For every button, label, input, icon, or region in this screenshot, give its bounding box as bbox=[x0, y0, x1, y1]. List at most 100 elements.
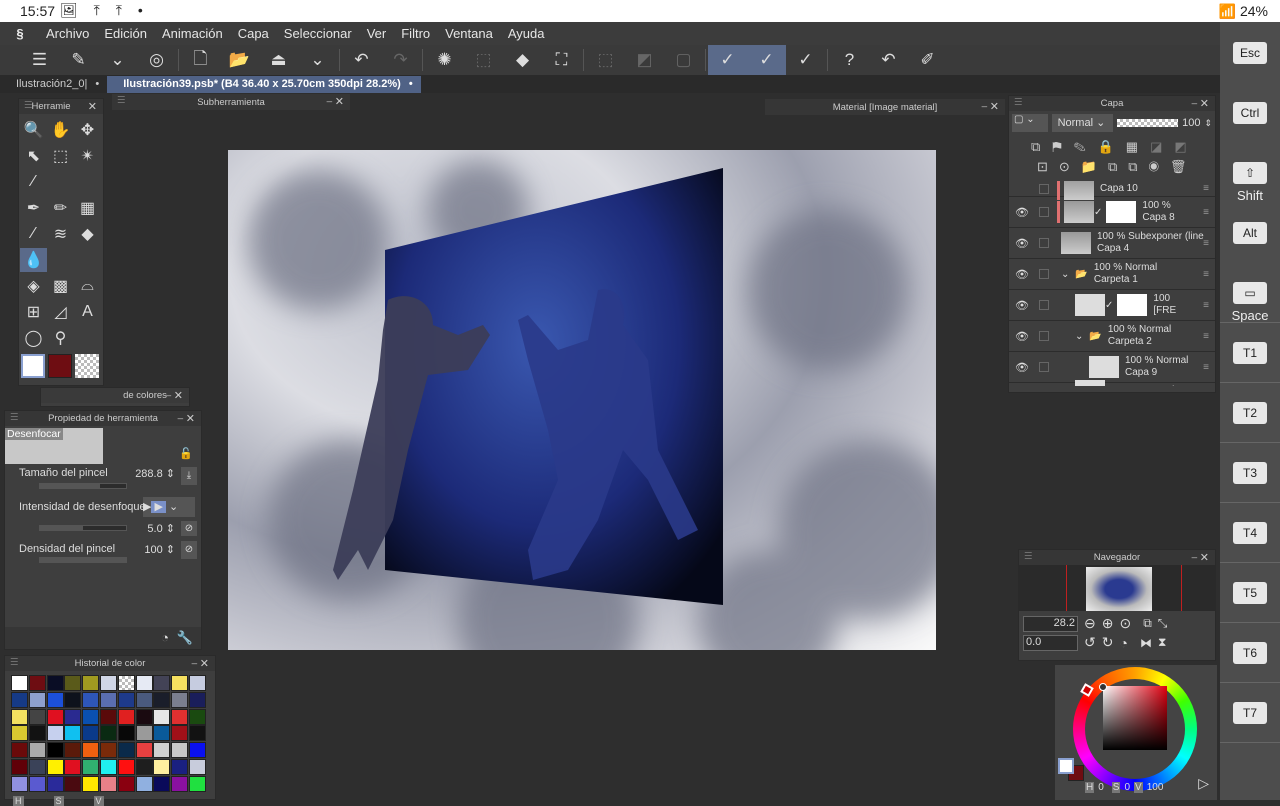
color-swatch[interactable] bbox=[64, 675, 82, 691]
color-swatch[interactable] bbox=[11, 691, 28, 708]
close-icon[interactable]: ✕ bbox=[1200, 97, 1209, 110]
layer-checkbox[interactable] bbox=[1039, 300, 1049, 310]
menu-animación[interactable]: Animación bbox=[156, 26, 232, 41]
layer-row[interactable]: 👁 ✓ 100 % Capa 8 ≡ bbox=[1009, 197, 1215, 228]
color-swatch[interactable] bbox=[188, 758, 206, 775]
close-icon[interactable]: ✕ bbox=[186, 412, 195, 425]
color-swatch[interactable] bbox=[82, 708, 100, 725]
blur-intensity-slider[interactable] bbox=[39, 525, 127, 531]
sub-color-swatch[interactable] bbox=[48, 354, 72, 378]
color-swatch[interactable] bbox=[171, 708, 189, 725]
color-swatch[interactable] bbox=[46, 725, 64, 742]
color-swatch[interactable] bbox=[153, 675, 171, 691]
new-folder-icon[interactable]: 📁 bbox=[1081, 159, 1108, 174]
key-t5[interactable]: T5 bbox=[1233, 582, 1267, 604]
color-swatch[interactable] bbox=[46, 708, 64, 725]
menu-archivo[interactable]: Archivo bbox=[40, 26, 98, 41]
color-swatch[interactable] bbox=[135, 758, 153, 775]
color-swatch[interactable] bbox=[99, 675, 117, 691]
color-swatch[interactable] bbox=[64, 742, 82, 759]
color-swatch[interactable] bbox=[135, 742, 153, 759]
color-swatch[interactable] bbox=[99, 725, 117, 742]
color-swatch[interactable] bbox=[28, 725, 46, 742]
color-swatch[interactable] bbox=[82, 675, 100, 691]
key-t3[interactable]: T3 bbox=[1233, 462, 1267, 484]
blend-mode-dropdown[interactable]: Normal ⌄ bbox=[1051, 114, 1113, 132]
move-icon[interactable]: ✥ bbox=[74, 118, 101, 142]
airbrush-icon[interactable]: ⁄ bbox=[20, 222, 47, 246]
color-swatch[interactable] bbox=[188, 742, 206, 759]
save-icon[interactable]: ⏏ bbox=[259, 45, 298, 75]
color-swatch[interactable] bbox=[153, 725, 171, 742]
transparent-color-swatch[interactable] bbox=[75, 354, 99, 378]
fit-icon[interactable]: ⊙ bbox=[1119, 615, 1131, 632]
hsv-toggle-H[interactable]: H bbox=[13, 795, 24, 806]
color-swatch[interactable] bbox=[99, 708, 117, 725]
transfer-down-icon[interactable]: ⧉ bbox=[1108, 159, 1128, 174]
eraser-icon[interactable]: ◆ bbox=[74, 222, 101, 246]
reset-rotation-icon[interactable]: ◔ bbox=[1119, 635, 1127, 651]
selection-border-icon[interactable]: ▢ bbox=[664, 45, 703, 75]
key-t1[interactable]: T1 bbox=[1233, 342, 1267, 364]
color-swatch[interactable] bbox=[28, 758, 46, 775]
transform-icon[interactable]: ⛶ bbox=[542, 45, 581, 75]
layer-checkbox[interactable] bbox=[1039, 362, 1049, 372]
layer-menu-icon[interactable]: ≡ bbox=[1203, 331, 1209, 342]
blend-icon[interactable]: 💧 bbox=[20, 248, 47, 272]
brush-size-slider[interactable] bbox=[39, 483, 127, 489]
close-icon[interactable]: ✕ bbox=[200, 657, 209, 670]
layer-menu-icon[interactable]: ≡ bbox=[1203, 183, 1209, 194]
menu-capa[interactable]: Capa bbox=[232, 26, 278, 41]
color-swatch[interactable] bbox=[135, 775, 153, 792]
menu-ayuda[interactable]: Ayuda bbox=[502, 26, 554, 41]
brush-size-value[interactable]: 288.8 ⇕ bbox=[135, 467, 175, 480]
color-swatch[interactable] bbox=[117, 691, 135, 708]
close-dot-icon[interactable]: • bbox=[409, 78, 413, 90]
visibility-eye-icon[interactable]: 👁 bbox=[1009, 268, 1035, 281]
layer-row[interactable]: 👁 ✓ 100 [FRE ≡ bbox=[1009, 290, 1215, 321]
brush-density-value[interactable]: 100 ⇕ bbox=[144, 543, 175, 556]
zoom-icon[interactable]: 🔍 bbox=[20, 118, 47, 142]
chevron-down-icon[interactable]: ⌄ bbox=[1075, 331, 1083, 342]
flip-vertical-icon[interactable]: ⧗ bbox=[1158, 635, 1166, 650]
layer-checkbox[interactable] bbox=[1039, 238, 1049, 248]
eyedropper-icon[interactable]: ⁄ bbox=[20, 170, 47, 194]
redo-icon[interactable]: ↷ bbox=[381, 45, 420, 75]
layer-menu-icon[interactable]: ≡ bbox=[1203, 300, 1209, 311]
color-swatch[interactable] bbox=[46, 691, 64, 708]
layer-row[interactable]: Capa 10 ≡ bbox=[1009, 181, 1215, 200]
zoom-slider[interactable]: 28.2 bbox=[1023, 615, 1078, 632]
eraser-pen-icon[interactable]: ✐ bbox=[908, 45, 947, 75]
clip-icon[interactable]: ⧉ bbox=[1031, 139, 1052, 154]
visibility-eye-icon[interactable]: 👁 bbox=[1009, 361, 1035, 374]
color-swatch[interactable] bbox=[188, 691, 206, 708]
layer-row[interactable]: 👁 100 % Subexponer (line Capa 4 ≡ bbox=[1009, 228, 1215, 259]
navigator-preview[interactable] bbox=[1019, 565, 1215, 611]
close-icon[interactable]: ✕ bbox=[174, 389, 183, 402]
reference-icon[interactable]: ⚑ bbox=[1052, 139, 1073, 154]
color-swatch[interactable] bbox=[64, 691, 82, 708]
app-logo-icon[interactable]: § bbox=[0, 26, 40, 41]
color-swatch[interactable] bbox=[188, 775, 206, 792]
color-swatch[interactable] bbox=[82, 758, 100, 775]
color-swatch[interactable] bbox=[82, 775, 100, 792]
undo-icon[interactable]: ↶ bbox=[342, 45, 381, 75]
ruler-icon[interactable]: ✓ bbox=[786, 45, 825, 75]
hsv-toggle-S[interactable]: S bbox=[53, 795, 64, 806]
color-swatch[interactable] bbox=[99, 691, 117, 708]
decoration-icon[interactable]: ≋ bbox=[47, 222, 74, 246]
close-icon[interactable]: ✕ bbox=[88, 100, 97, 113]
rotate-right-icon[interactable]: ↻ bbox=[1102, 634, 1114, 651]
blur-mode-toggle[interactable]: ▶ ▶ ⌄ bbox=[143, 497, 195, 517]
layer-menu-icon[interactable]: ≡ bbox=[1203, 269, 1209, 280]
color-swatch[interactable] bbox=[28, 775, 46, 792]
key-alt[interactable]: Alt bbox=[1233, 222, 1267, 244]
lock-icon[interactable]: 🔓 bbox=[179, 447, 193, 460]
color-swatch[interactable] bbox=[135, 675, 153, 691]
color-swatch[interactable] bbox=[188, 708, 206, 725]
full-size-icon[interactable]: ⤡ bbox=[1158, 616, 1168, 631]
color-swatch[interactable] bbox=[46, 758, 64, 775]
mask-enable-icon[interactable]: ◪ bbox=[1150, 139, 1174, 154]
color-swatch[interactable] bbox=[117, 742, 135, 759]
color-swatch[interactable] bbox=[11, 742, 28, 759]
